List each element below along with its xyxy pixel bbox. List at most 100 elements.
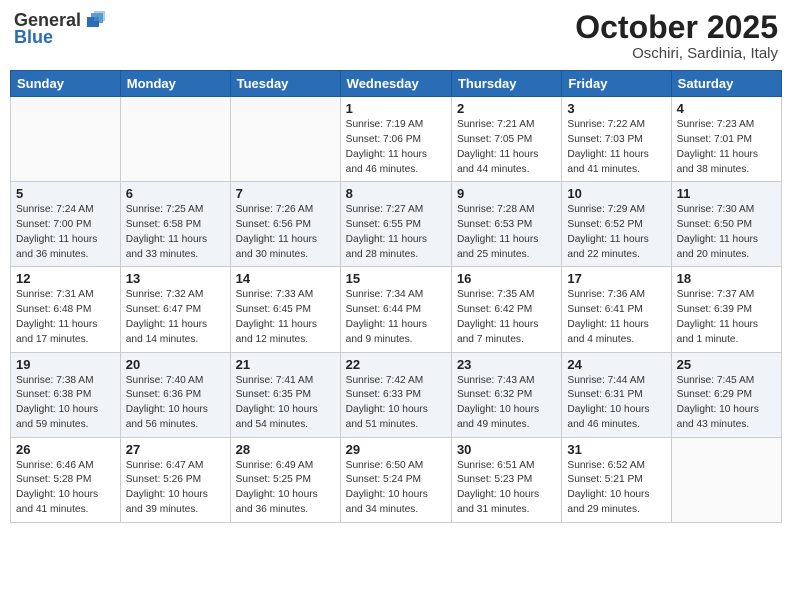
day-number: 26: [16, 442, 115, 457]
calendar-cell: 23 Sunrise: 7:43 AM Sunset: 6:32 PM Dayli…: [451, 352, 561, 437]
day-number: 4: [677, 101, 776, 116]
day-number: 25: [677, 357, 776, 372]
day-info: Sunrise: 7:34 AM Sunset: 6:44 PM Dayligh…: [346, 288, 446, 347]
day-info: Sunrise: 7:31 AM Sunset: 6:48 PM Dayligh…: [16, 288, 115, 347]
day-info: Sunrise: 7:25 AM Sunset: 6:58 PM Dayligh…: [126, 203, 225, 262]
day-number: 2: [457, 101, 556, 116]
day-number: 17: [567, 271, 665, 286]
day-number: 9: [457, 186, 556, 201]
calendar-cell: 2 Sunrise: 7:21 AM Sunset: 7:05 PM Daylig…: [451, 97, 561, 182]
calendar-cell: 27 Sunrise: 6:47 AM Sunset: 5:26 PM Dayli…: [120, 437, 230, 522]
calendar-cell: [671, 437, 781, 522]
day-number: 3: [567, 101, 665, 116]
day-number: 5: [16, 186, 115, 201]
day-number: 15: [346, 271, 446, 286]
calendar-cell: 19Sunrise: 7:38 AM Sunset: 6:38 PM Dayli…: [11, 352, 121, 437]
day-number: 23: [457, 357, 556, 372]
day-number: 29: [346, 442, 446, 457]
logo-blue: Blue: [14, 27, 53, 48]
calendar-cell: 30 Sunrise: 6:51 AM Sunset: 5:23 PM Dayli…: [451, 437, 561, 522]
day-number: 8: [346, 186, 446, 201]
day-info: Sunrise: 6:51 AM Sunset: 5:23 PM Dayligh…: [457, 459, 556, 518]
calendar-cell: 13 Sunrise: 7:32 AM Sunset: 6:47 PM Dayli…: [120, 267, 230, 352]
day-info: Sunrise: 6:49 AM Sunset: 5:25 PM Dayligh…: [236, 459, 335, 518]
day-info: Sunrise: 7:26 AM Sunset: 6:56 PM Dayligh…: [236, 203, 335, 262]
logo: General Blue: [14, 10, 105, 48]
day-info: Sunrise: 7:36 AM Sunset: 6:41 PM Dayligh…: [567, 288, 665, 347]
day-number: 12: [16, 271, 115, 286]
calendar-cell: 21 Sunrise: 7:41 AM Sunset: 6:35 PM Dayli…: [230, 352, 340, 437]
day-number: 6: [126, 186, 225, 201]
page-header: General Blue October 2025 Oschiri, Sardi…: [10, 10, 782, 62]
calendar-cell: 12 Sunrise: 7:31 AM Sunset: 6:48 PM Dayli…: [11, 267, 121, 352]
calendar-cell: 29 Sunrise: 6:50 AM Sunset: 5:24 PM Dayli…: [340, 437, 451, 522]
day-number: 21: [236, 357, 335, 372]
day-info: Sunrise: 7:42 AM Sunset: 6:33 PM Dayligh…: [346, 374, 446, 433]
calendar-cell: 18 Sunrise: 7:37 AM Sunset: 6:39 PM Dayli…: [671, 267, 781, 352]
calendar-cell: 14 Sunrise: 7:33 AM Sunset: 6:45 PM Dayli…: [230, 267, 340, 352]
day-number: 7: [236, 186, 335, 201]
day-info: Sunrise: 7:29 AM Sunset: 6:52 PM Dayligh…: [567, 203, 665, 262]
day-info: Sunrise: 7:23 AM Sunset: 7:01 PM Dayligh…: [677, 118, 776, 177]
week-row-3: 12 Sunrise: 7:31 AM Sunset: 6:48 PM Dayli…: [11, 267, 782, 352]
day-info: Sunrise: 7:33 AM Sunset: 6:45 PM Dayligh…: [236, 288, 335, 347]
calendar-cell: 11 Sunrise: 7:30 AM Sunset: 6:50 PM Dayli…: [671, 182, 781, 267]
days-of-week-row: SundayMondayTuesdayWednesdayThursdayFrid…: [11, 71, 782, 97]
day-info: Sunrise: 7:24 AM Sunset: 7:00 PM Dayligh…: [16, 203, 115, 262]
day-number: 22: [346, 357, 446, 372]
calendar-cell: 9 Sunrise: 7:28 AM Sunset: 6:53 PM Daylig…: [451, 182, 561, 267]
day-number: 24: [567, 357, 665, 372]
day-number: 27: [126, 442, 225, 457]
day-info: Sunrise: 7:41 AM Sunset: 6:35 PM Dayligh…: [236, 374, 335, 433]
calendar-cell: 3 Sunrise: 7:22 AM Sunset: 7:03 PM Daylig…: [562, 97, 671, 182]
day-info: Sunrise: 7:22 AM Sunset: 7:03 PM Dayligh…: [567, 118, 665, 177]
day-info: Sunrise: 7:38 AM Sunset: 6:38 PM Dayligh…: [16, 374, 115, 433]
week-row-1: 1Sunrise: 7:19 AM Sunset: 7:06 PM Daylig…: [11, 97, 782, 182]
calendar-cell: 17 Sunrise: 7:36 AM Sunset: 6:41 PM Dayli…: [562, 267, 671, 352]
weekday-header-sunday: Sunday: [11, 71, 121, 97]
day-number: 20: [126, 357, 225, 372]
weekday-header-friday: Friday: [562, 71, 671, 97]
day-info: Sunrise: 7:44 AM Sunset: 6:31 PM Dayligh…: [567, 374, 665, 433]
calendar-cell: 8 Sunrise: 7:27 AM Sunset: 6:55 PM Daylig…: [340, 182, 451, 267]
day-info: Sunrise: 7:30 AM Sunset: 6:50 PM Dayligh…: [677, 203, 776, 262]
logo-icon: [83, 9, 105, 31]
calendar-cell: 10 Sunrise: 7:29 AM Sunset: 6:52 PM Dayli…: [562, 182, 671, 267]
calendar-cell: [120, 97, 230, 182]
calendar-table: SundayMondayTuesdayWednesdayThursdayFrid…: [10, 70, 782, 523]
calendar-cell: 28 Sunrise: 6:49 AM Sunset: 5:25 PM Dayli…: [230, 437, 340, 522]
weekday-header-wednesday: Wednesday: [340, 71, 451, 97]
day-number: 16: [457, 271, 556, 286]
week-row-5: 26Sunrise: 6:46 AM Sunset: 5:28 PM Dayli…: [11, 437, 782, 522]
calendar-cell: 1Sunrise: 7:19 AM Sunset: 7:06 PM Daylig…: [340, 97, 451, 182]
day-number: 14: [236, 271, 335, 286]
calendar-cell: 16Sunrise: 7:35 AM Sunset: 6:42 PM Dayli…: [451, 267, 561, 352]
weekday-header-saturday: Saturday: [671, 71, 781, 97]
day-number: 30: [457, 442, 556, 457]
day-info: Sunrise: 7:37 AM Sunset: 6:39 PM Dayligh…: [677, 288, 776, 347]
day-info: Sunrise: 7:45 AM Sunset: 6:29 PM Dayligh…: [677, 374, 776, 433]
weekday-header-monday: Monday: [120, 71, 230, 97]
day-info: Sunrise: 7:27 AM Sunset: 6:55 PM Dayligh…: [346, 203, 446, 262]
day-number: 10: [567, 186, 665, 201]
calendar-cell: 26Sunrise: 6:46 AM Sunset: 5:28 PM Dayli…: [11, 437, 121, 522]
calendar-cell: [230, 97, 340, 182]
day-number: 13: [126, 271, 225, 286]
day-info: Sunrise: 7:32 AM Sunset: 6:47 PM Dayligh…: [126, 288, 225, 347]
day-info: Sunrise: 6:47 AM Sunset: 5:26 PM Dayligh…: [126, 459, 225, 518]
day-number: 18: [677, 271, 776, 286]
weekday-header-tuesday: Tuesday: [230, 71, 340, 97]
title-block: October 2025 Oschiri, Sardinia, Italy: [575, 10, 778, 62]
day-info: Sunrise: 7:19 AM Sunset: 7:06 PM Dayligh…: [346, 118, 446, 177]
calendar-cell: 24 Sunrise: 7:44 AM Sunset: 6:31 PM Dayli…: [562, 352, 671, 437]
day-info: Sunrise: 7:21 AM Sunset: 7:05 PM Dayligh…: [457, 118, 556, 177]
day-number: 11: [677, 186, 776, 201]
day-number: 28: [236, 442, 335, 457]
calendar-cell: 4 Sunrise: 7:23 AM Sunset: 7:01 PM Daylig…: [671, 97, 781, 182]
day-info: Sunrise: 6:50 AM Sunset: 5:24 PM Dayligh…: [346, 459, 446, 518]
day-info: Sunrise: 7:43 AM Sunset: 6:32 PM Dayligh…: [457, 374, 556, 433]
weekday-header-thursday: Thursday: [451, 71, 561, 97]
calendar-cell: 31Sunrise: 6:52 AM Sunset: 5:21 PM Dayli…: [562, 437, 671, 522]
day-info: Sunrise: 7:28 AM Sunset: 6:53 PM Dayligh…: [457, 203, 556, 262]
calendar-cell: 22 Sunrise: 7:42 AM Sunset: 6:33 PM Dayli…: [340, 352, 451, 437]
